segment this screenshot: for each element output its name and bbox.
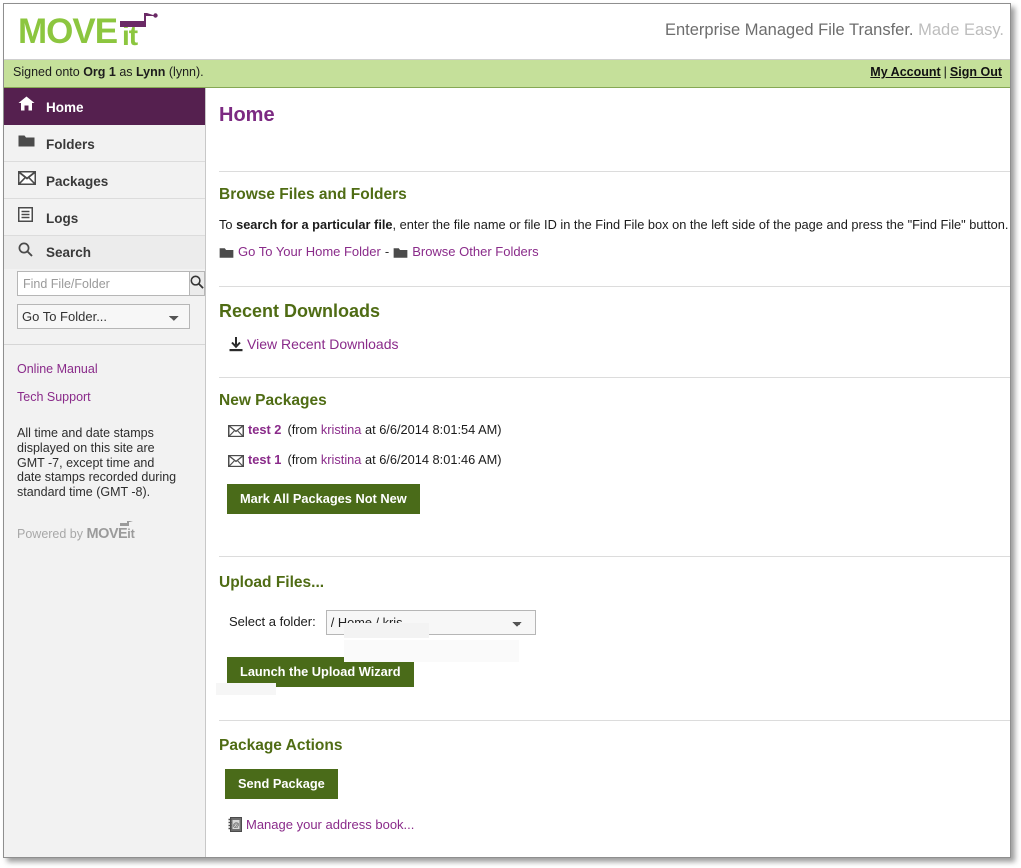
envelope-icon xyxy=(227,424,245,440)
browse-links-row: Go To Your Home Folder - Browse Other Fol… xyxy=(219,244,1010,262)
package-row: test 2 (from kristina at 6/6/2014 8:01:54… xyxy=(227,422,1010,440)
signed-on-bar: Signed onto Org 1 as Lynn (lynn). My Acc… xyxy=(4,60,1010,88)
sidebar-item-home[interactable]: Home xyxy=(4,88,205,125)
body-wrapper: Home Folders Packages Logs Search Find F… xyxy=(4,88,1010,857)
signed-mid: as xyxy=(115,65,137,79)
divider-package-actions xyxy=(219,720,1010,721)
package-name-link[interactable]: test 2 xyxy=(248,422,281,437)
svg-text:@: @ xyxy=(233,822,240,829)
sidebar-item-logs-label: Logs xyxy=(46,210,79,226)
folder-icon xyxy=(18,125,40,162)
divider-recent-downloads xyxy=(219,286,1010,287)
search-submit-button[interactable] xyxy=(189,271,205,296)
send-package-button[interactable]: Send Package xyxy=(225,769,338,799)
upload-heading: Upload Files... xyxy=(219,574,325,591)
signed-suffix: (lynn). xyxy=(165,65,204,79)
folder-icon xyxy=(393,247,408,262)
moveit-logo[interactable]: MOVE it xyxy=(18,10,178,54)
view-recent-downloads-link[interactable]: View Recent Downloads xyxy=(247,336,399,352)
powered-move-text: MOVE xyxy=(86,525,128,542)
my-account-link[interactable]: My Account xyxy=(870,65,940,79)
select-folder-label: Select a folder: xyxy=(229,613,316,629)
folder-icon xyxy=(219,247,234,262)
sidebar-item-packages[interactable]: Packages xyxy=(4,162,205,199)
main-content: Home Browse Files and Folders To search … xyxy=(207,88,1010,857)
package-name-link[interactable]: test 1 xyxy=(248,452,281,467)
recent-downloads-heading: Recent Downloads xyxy=(219,301,381,321)
browse-desc-rest: , enter the file name or file ID in the … xyxy=(392,217,1009,232)
sign-out-link[interactable]: Sign Out xyxy=(950,65,1002,79)
user-name: Lynn xyxy=(136,65,166,79)
package-meta: at 6/6/2014 8:01:54 AM) xyxy=(361,422,502,437)
go-to-home-folder-link[interactable]: Go To Your Home Folder xyxy=(238,244,381,259)
search-icon xyxy=(18,236,40,269)
package-actions-heading: Package Actions xyxy=(219,737,343,754)
sidebar-item-logs[interactable]: Logs xyxy=(4,199,205,236)
recent-downloads-row: View Recent Downloads xyxy=(229,336,1010,355)
envelope-icon xyxy=(17,162,40,199)
envelope-icon xyxy=(227,454,245,470)
package-sender-link[interactable]: kristina xyxy=(321,422,362,437)
ghost-placeholder xyxy=(344,623,429,638)
browse-desc-bold: search for a particular file xyxy=(236,217,393,232)
sidebar-search-row xyxy=(17,271,205,296)
tech-support-link[interactable]: Tech Support xyxy=(17,376,205,404)
browse-desc-lead: To xyxy=(219,217,237,232)
signed-on-text: Signed onto Org 1 as Lynn (lynn). xyxy=(13,65,204,79)
sidebar-item-home-label: Home xyxy=(46,99,84,115)
sidebar-search-label: Search xyxy=(46,245,92,260)
application-window: MOVE it Enterprise Managed File Transfer… xyxy=(3,3,1011,858)
browse-description: To search for a particular file, enter t… xyxy=(219,217,1010,232)
home-icon xyxy=(18,88,40,125)
powered-it-text: it xyxy=(127,526,135,541)
divider-upload xyxy=(219,556,1010,557)
ghost-placeholder xyxy=(216,683,276,695)
ghost-placeholder xyxy=(344,640,519,662)
manage-address-book-link[interactable]: Manage your address book... xyxy=(246,817,414,832)
list-icon xyxy=(17,199,40,236)
org-name: Org 1 xyxy=(83,65,116,79)
logo-move-text: MOVE xyxy=(18,12,118,51)
page-title: Home xyxy=(219,104,275,126)
logo-arrow-icon xyxy=(120,13,158,27)
account-links: My Account | Sign Out xyxy=(870,65,1002,79)
address-book-row: @ Manage your address book... xyxy=(228,817,1010,835)
powered-by-label: Powered by xyxy=(17,526,87,541)
sidebar-item-packages-label: Packages xyxy=(46,173,109,189)
new-packages-heading: New Packages xyxy=(219,392,327,409)
go-to-folder-select[interactable]: Go To Folder... xyxy=(17,304,190,329)
links-dash: - xyxy=(384,244,390,259)
mark-all-packages-not-new-button[interactable]: Mark All Packages Not New xyxy=(227,484,420,514)
link-separator: | xyxy=(943,65,947,79)
powered-by: Powered by MOVEit xyxy=(17,520,205,542)
timezone-note: All time and date stamps displayed on th… xyxy=(17,426,177,500)
package-from-prefix: (from xyxy=(287,422,321,437)
package-meta: at 6/6/2014 8:01:46 AM) xyxy=(361,452,502,467)
tagline-strong: Enterprise Managed File Transfer. xyxy=(664,21,914,39)
masthead: MOVE it Enterprise Managed File Transfer… xyxy=(4,4,1010,60)
sidebar-search-heading: Search xyxy=(4,236,205,269)
download-icon xyxy=(229,337,243,355)
sidebar: Home Folders Packages Logs Search Find F… xyxy=(4,88,206,857)
divider-top xyxy=(219,171,1010,172)
online-manual-link[interactable]: Online Manual xyxy=(17,345,205,376)
powered-arrow-icon xyxy=(119,520,133,526)
package-sender-link[interactable]: kristina xyxy=(321,452,362,467)
signed-prefix: Signed onto xyxy=(13,65,84,79)
address-book-icon: @ xyxy=(228,817,242,835)
package-from-prefix: (from xyxy=(287,452,321,467)
sidebar-item-folders-label: Folders xyxy=(46,136,95,152)
browse-other-folders-link[interactable]: Browse Other Folders xyxy=(412,244,538,259)
package-row: test 1 (from kristina at 6/6/2014 8:01:46… xyxy=(227,452,1010,470)
divider-new-packages xyxy=(219,377,1010,378)
browse-heading: Browse Files and Folders xyxy=(219,186,407,203)
tagline: Enterprise Managed File Transfer. Made E… xyxy=(665,21,1004,40)
search-icon xyxy=(190,275,204,292)
powered-logo: MOVEit xyxy=(86,520,135,542)
search-input[interactable] xyxy=(17,271,189,296)
sidebar-item-folders[interactable]: Folders xyxy=(4,125,205,162)
tagline-light: Made Easy. xyxy=(913,21,1004,39)
